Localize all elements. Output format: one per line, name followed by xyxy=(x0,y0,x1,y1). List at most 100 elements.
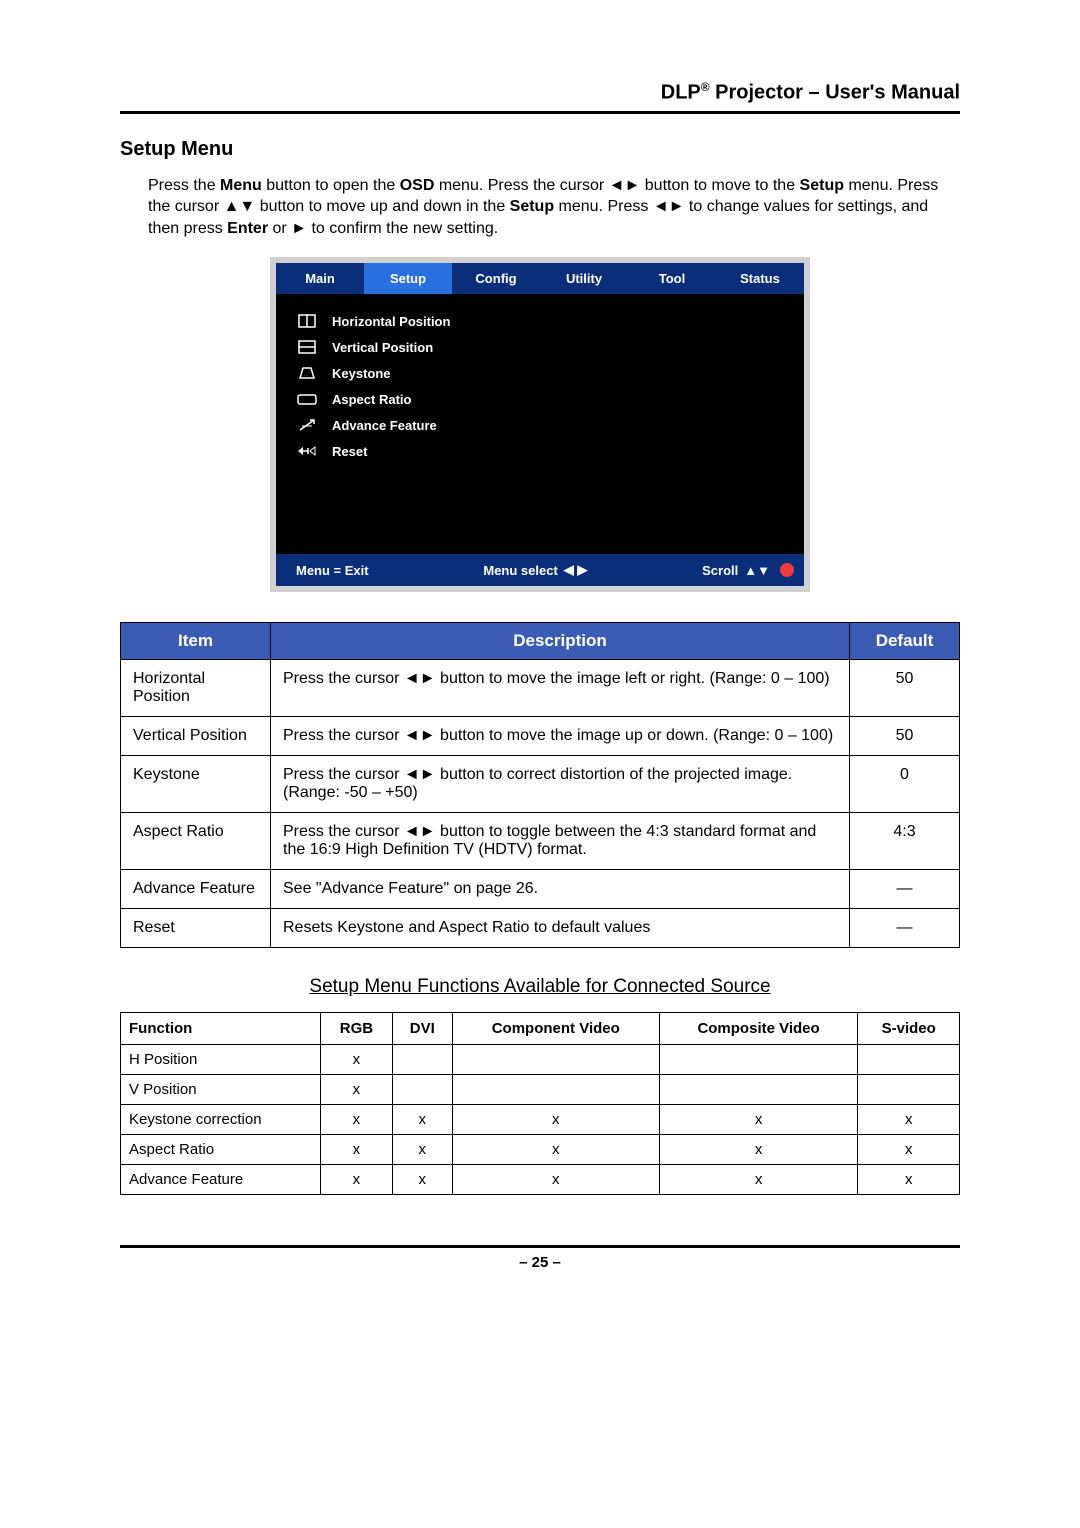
availability-table: FunctionRGBDVIComponent VideoComposite V… xyxy=(120,1012,960,1195)
mic-icon xyxy=(780,563,794,577)
avail-cell: x xyxy=(321,1105,393,1135)
osd-row-label: Keystone xyxy=(332,366,391,381)
item-cell: Advance Feature xyxy=(121,870,271,909)
items-table: Item Description Default Horizontal Posi… xyxy=(120,622,960,948)
item-cell: Keystone xyxy=(121,756,271,813)
avail-cell xyxy=(392,1045,452,1075)
advance-icon xyxy=(296,417,318,433)
fn-cell: Keystone correction xyxy=(121,1105,321,1135)
items-head-item: Item xyxy=(121,623,271,660)
avail-cell xyxy=(858,1075,960,1105)
default-cell: 50 xyxy=(850,717,960,756)
avail-head-cell: Function xyxy=(121,1013,321,1045)
avail-cell: x xyxy=(392,1135,452,1165)
avail-cell: x xyxy=(321,1135,393,1165)
reset-icon xyxy=(296,443,318,459)
table-row: Advance Featurexxxxx xyxy=(121,1165,960,1195)
osd-screenshot: MainSetupConfigUtilityToolStatus Horizon… xyxy=(270,257,810,592)
default-cell: 50 xyxy=(850,660,960,717)
osd-row: Advance Feature xyxy=(296,412,784,438)
table-row: V Positionx xyxy=(121,1075,960,1105)
osd-row: Horizontal Position xyxy=(296,308,784,334)
table-row: Keystone correctionxxxxx xyxy=(121,1105,960,1135)
osd-footer: Menu = Exit Menu select◀ ▶ Scroll▲▼ xyxy=(276,554,804,586)
avail-head-cell: RGB xyxy=(321,1013,393,1045)
desc-cell: Press the cursor ◄► button to move the i… xyxy=(271,717,850,756)
table-row: Advance FeatureSee "Advance Feature" on … xyxy=(121,870,960,909)
page-footer: – 25 – xyxy=(120,1245,960,1271)
osd-row-label: Horizontal Position xyxy=(332,314,450,329)
avail-cell xyxy=(452,1075,659,1105)
default-cell: 4:3 xyxy=(850,813,960,870)
avail-head-cell: Component Video xyxy=(452,1013,659,1045)
fn-cell: Aspect Ratio xyxy=(121,1135,321,1165)
subsection-title: Setup Menu Functions Available for Conne… xyxy=(120,976,960,998)
osd-tab-tool: Tool xyxy=(628,263,716,294)
osd-row: Keystone xyxy=(296,360,784,386)
items-head-desc: Description xyxy=(271,623,850,660)
osd-footer-scroll: Scroll▲▼ xyxy=(702,563,770,578)
avail-cell: x xyxy=(659,1165,858,1195)
avail-cell: x xyxy=(392,1105,452,1135)
osd-row-label: Advance Feature xyxy=(332,418,437,433)
avail-cell: x xyxy=(321,1045,393,1075)
table-row: Horizontal PositionPress the cursor ◄► b… xyxy=(121,660,960,717)
vpos-icon xyxy=(296,339,318,355)
table-row: KeystonePress the cursor ◄► button to co… xyxy=(121,756,960,813)
avail-cell xyxy=(452,1045,659,1075)
osd-tab-main: Main xyxy=(276,263,364,294)
header-title: DLP® Projector – User's Manual xyxy=(661,80,960,105)
intro-paragraph: Press the Menu button to open the OSD me… xyxy=(148,175,960,240)
fn-cell: V Position xyxy=(121,1075,321,1105)
item-cell: Vertical Position xyxy=(121,717,271,756)
osd-row: Aspect Ratio xyxy=(296,386,784,412)
avail-cell: x xyxy=(659,1135,858,1165)
desc-cell: Press the cursor ◄► button to correct di… xyxy=(271,756,850,813)
avail-cell: x xyxy=(858,1105,960,1135)
osd-row-label: Vertical Position xyxy=(332,340,433,355)
avail-cell: x xyxy=(858,1135,960,1165)
avail-cell xyxy=(659,1045,858,1075)
table-row: ResetResets Keystone and Aspect Ratio to… xyxy=(121,909,960,948)
table-row: Vertical PositionPress the cursor ◄► but… xyxy=(121,717,960,756)
item-cell: Aspect Ratio xyxy=(121,813,271,870)
item-cell: Horizontal Position xyxy=(121,660,271,717)
avail-cell: x xyxy=(858,1165,960,1195)
osd-tab-utility: Utility xyxy=(540,263,628,294)
section-title: Setup Menu xyxy=(120,138,960,161)
osd-tab-status: Status xyxy=(716,263,804,294)
item-cell: Reset xyxy=(121,909,271,948)
osd-tab-setup: Setup xyxy=(364,263,452,294)
desc-cell: See "Advance Feature" on page 26. xyxy=(271,870,850,909)
aspect-icon xyxy=(296,391,318,407)
table-row: H Positionx xyxy=(121,1045,960,1075)
avail-head-cell: DVI xyxy=(392,1013,452,1045)
desc-cell: Resets Keystone and Aspect Ratio to defa… xyxy=(271,909,850,948)
avail-cell xyxy=(858,1045,960,1075)
avail-cell: x xyxy=(452,1105,659,1135)
desc-cell: Press the cursor ◄► button to move the i… xyxy=(271,660,850,717)
hpos-icon xyxy=(296,313,318,329)
avail-cell xyxy=(659,1075,858,1105)
avail-cell: x xyxy=(452,1165,659,1195)
osd-row: Reset xyxy=(296,438,784,464)
osd-row-label: Aspect Ratio xyxy=(332,392,411,407)
default-cell: 0 xyxy=(850,756,960,813)
avail-cell: x xyxy=(392,1165,452,1195)
avail-cell xyxy=(392,1075,452,1105)
avail-head-cell: S-video xyxy=(858,1013,960,1045)
osd-tab-config: Config xyxy=(452,263,540,294)
desc-cell: Press the cursor ◄► button to toggle bet… xyxy=(271,813,850,870)
avail-cell: x xyxy=(452,1135,659,1165)
osd-row: Vertical Position xyxy=(296,334,784,360)
osd-row-label: Reset xyxy=(332,444,367,459)
avail-cell: x xyxy=(659,1105,858,1135)
osd-footer-select: Menu select◀ ▶ xyxy=(483,562,587,578)
table-row: Aspect RatioPress the cursor ◄► button t… xyxy=(121,813,960,870)
items-head-default: Default xyxy=(850,623,960,660)
page-header: DLP® Projector – User's Manual xyxy=(120,80,960,114)
osd-footer-exit: Menu = Exit xyxy=(296,563,369,578)
default-cell: — xyxy=(850,870,960,909)
fn-cell: H Position xyxy=(121,1045,321,1075)
fn-cell: Advance Feature xyxy=(121,1165,321,1195)
